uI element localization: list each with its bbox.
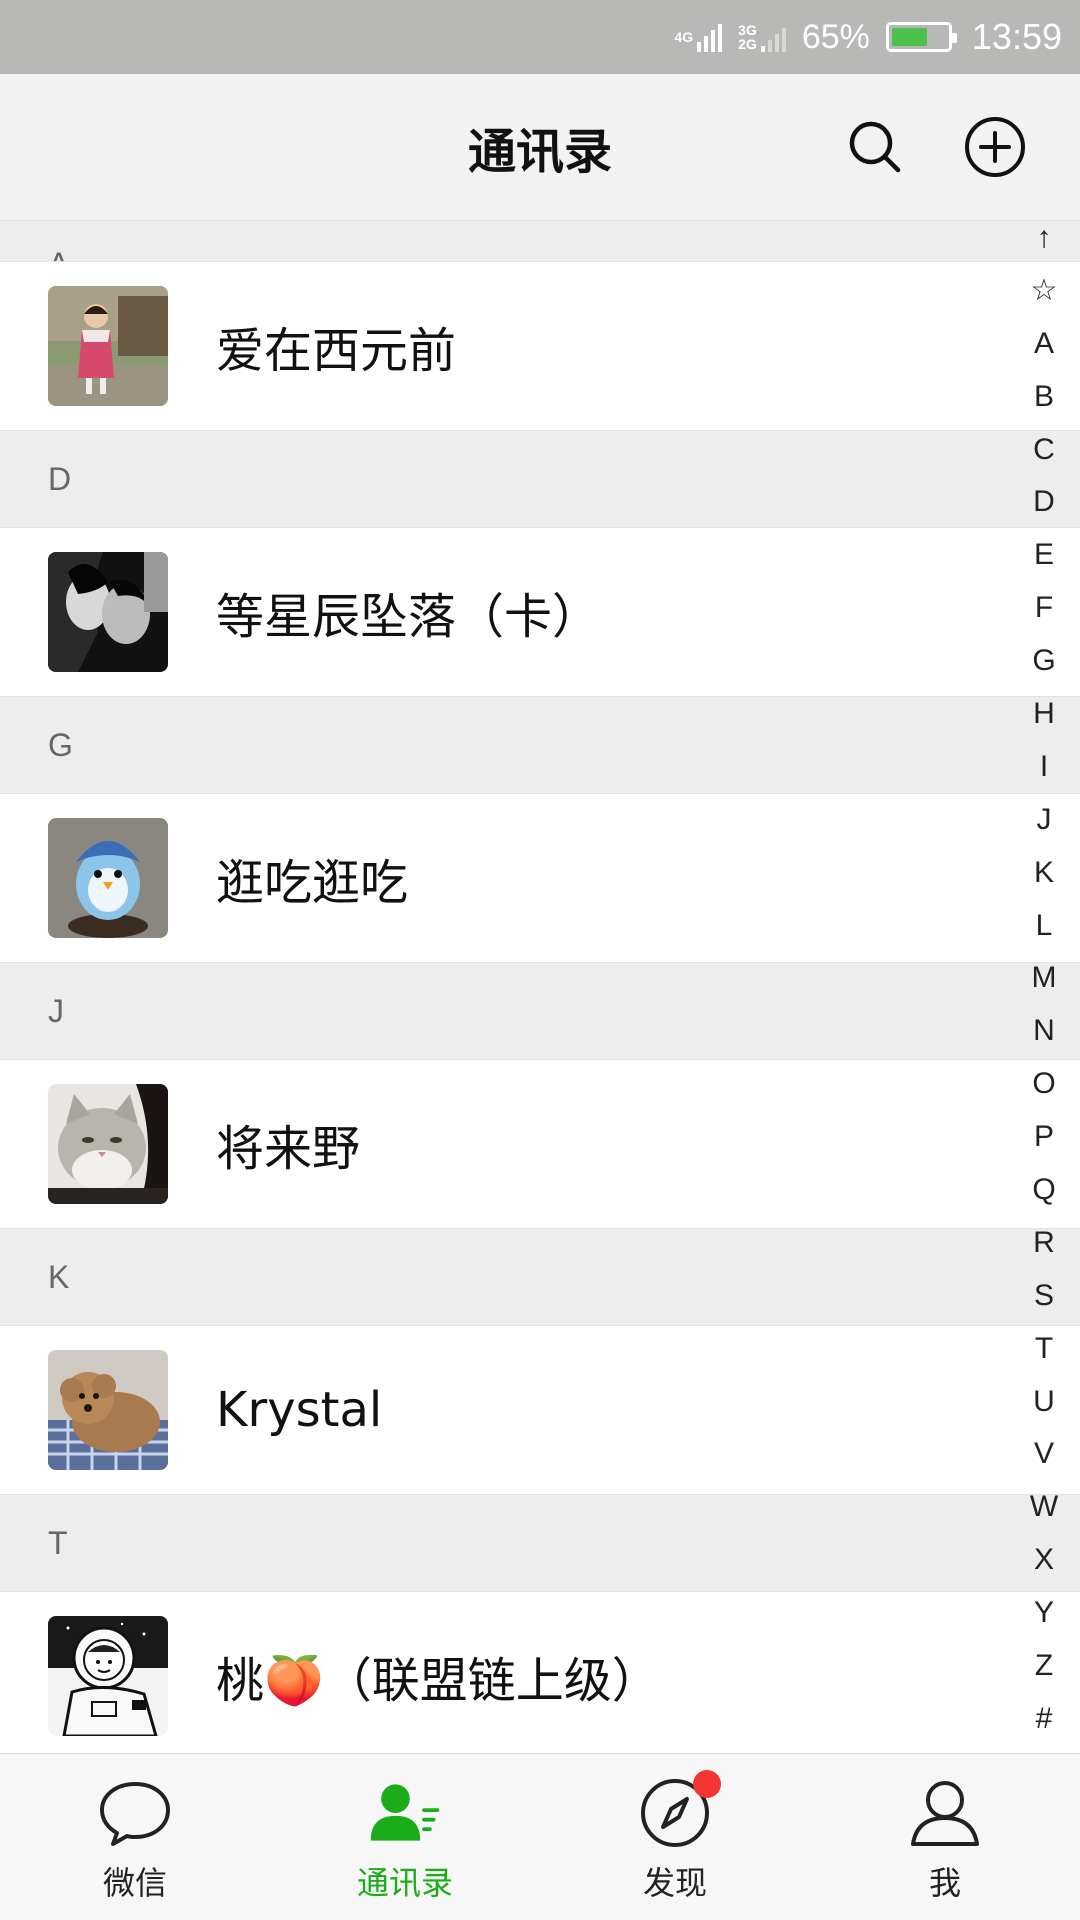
index-letter[interactable]: Q xyxy=(1032,1164,1055,1217)
section-header-j: J xyxy=(0,962,1080,1060)
person-icon xyxy=(905,1776,985,1850)
index-letter[interactable]: J xyxy=(1037,794,1052,847)
index-letter[interactable]: E xyxy=(1034,529,1054,582)
network-3g2g-indicator: 3G 2G xyxy=(738,22,786,52)
tab-label: 微信 xyxy=(102,1864,167,1902)
tab-label: 我 xyxy=(928,1864,961,1902)
index-letter[interactable]: O xyxy=(1032,1058,1055,1111)
tab-label: 通讯录 xyxy=(356,1864,453,1902)
tab-discover[interactable]: 发现 xyxy=(540,1754,810,1920)
index-letter[interactable]: D xyxy=(1033,476,1055,529)
index-letter[interactable]: K xyxy=(1034,847,1054,900)
top-navigation-bar: 通讯录 xyxy=(0,74,1080,220)
status-time: 13:59 xyxy=(971,16,1062,57)
section-letter: D xyxy=(48,460,72,497)
contact-name: 逛吃逛吃 xyxy=(216,855,409,911)
alphabet-index-bar[interactable]: ↑ ☆ A B C D E F G H I J K L M N O P Q R S T U V W X Y Z # xyxy=(1020,212,1068,1752)
contact-name: 等星辰坠落（卡） xyxy=(216,589,601,645)
cat-photo-avatar xyxy=(48,1084,168,1204)
section-letter: G xyxy=(48,726,73,763)
add-contact-button[interactable] xyxy=(960,112,1030,182)
contacts-icon xyxy=(365,1776,445,1850)
index-letter[interactable]: # xyxy=(1036,1693,1053,1746)
index-letter[interactable]: B xyxy=(1034,371,1054,424)
index-letter[interactable]: L xyxy=(1036,900,1053,953)
section-header-g: G xyxy=(0,696,1080,794)
avatar xyxy=(48,1616,168,1736)
plus-circle-icon xyxy=(965,117,1025,177)
index-letter[interactable]: T xyxy=(1035,1323,1053,1376)
section-header-k: K xyxy=(0,1228,1080,1326)
network-secondary-bottom-label: 2G xyxy=(738,36,757,52)
contact-name: 桃🍑（联盟链上级） xyxy=(216,1653,660,1709)
avatar xyxy=(48,1350,168,1470)
contact-name: 爱在西元前 xyxy=(216,323,457,379)
index-letter[interactable]: A xyxy=(1034,318,1054,371)
index-letter[interactable]: I xyxy=(1040,741,1048,794)
tab-me[interactable]: 我 xyxy=(810,1754,1080,1920)
index-letter[interactable]: S xyxy=(1034,1270,1054,1323)
network-secondary-top-label: 3G xyxy=(738,22,757,38)
network-type-label: 4G xyxy=(674,29,694,45)
poodle-photo-avatar xyxy=(48,1350,168,1470)
section-letter: T xyxy=(48,1524,68,1561)
signal-bars-icon xyxy=(697,22,723,52)
index-letter[interactable]: X xyxy=(1034,1534,1054,1587)
contact-row[interactable]: 将来野 xyxy=(0,1060,1080,1228)
avatar xyxy=(48,286,168,406)
contact-row[interactable]: 桃🍑（联盟链上级） xyxy=(0,1592,1080,1753)
battery-level-fill xyxy=(891,28,927,46)
index-letter[interactable]: G xyxy=(1032,635,1055,688)
contact-name: 将来野 xyxy=(216,1121,361,1177)
page-title: 通讯录 xyxy=(467,124,612,180)
contact-list[interactable]: A 爱在西元前 D xyxy=(0,220,1080,1753)
status-bar: 4G 3G 2G 65% 13:59 xyxy=(0,0,1080,74)
chat-bubble-icon xyxy=(95,1776,175,1850)
section-letter: K xyxy=(48,1258,70,1295)
avatar xyxy=(48,818,168,938)
compass-icon xyxy=(635,1770,721,1850)
index-letter[interactable]: ↑ xyxy=(1037,212,1052,265)
tab-chats[interactable]: 微信 xyxy=(0,1754,270,1920)
section-header-d: D xyxy=(0,430,1080,528)
penguin-figure-photo-avatar xyxy=(48,818,168,938)
section-header-a: A xyxy=(0,220,1080,262)
notification-badge-dot xyxy=(693,1770,721,1798)
section-letter: A xyxy=(48,246,69,261)
avatar xyxy=(48,1084,168,1204)
search-icon xyxy=(849,121,901,173)
index-letter[interactable]: ☆ xyxy=(1031,265,1058,318)
bottom-tab-bar: 微信 通讯录 发现 我 xyxy=(0,1753,1080,1920)
section-letter: J xyxy=(48,992,64,1029)
network-4g-indicator: 4G xyxy=(674,22,723,52)
contact-row[interactable]: Krystal xyxy=(0,1326,1080,1494)
tab-contacts[interactable]: 通讯录 xyxy=(270,1754,540,1920)
index-letter[interactable]: U xyxy=(1033,1376,1055,1429)
contact-row[interactable]: 逛吃逛吃 xyxy=(0,794,1080,962)
couple-bw-photo-avatar xyxy=(48,552,168,672)
search-button[interactable] xyxy=(840,112,910,182)
index-letter[interactable]: Z xyxy=(1035,1640,1053,1693)
contact-name: Krystal xyxy=(216,1382,383,1438)
section-header-t: T xyxy=(0,1494,1080,1592)
index-letter[interactable]: Y xyxy=(1034,1587,1054,1640)
astronaut-drawing-avatar xyxy=(48,1616,168,1736)
battery-percent: 65% xyxy=(801,17,870,56)
signal-bars-weak-icon xyxy=(760,22,786,52)
index-letter[interactable]: N xyxy=(1033,1005,1055,1058)
index-letter[interactable]: V xyxy=(1034,1428,1054,1481)
index-letter[interactable]: P xyxy=(1034,1111,1054,1164)
contact-row[interactable]: 爱在西元前 xyxy=(0,262,1080,430)
index-letter[interactable]: R xyxy=(1033,1217,1055,1270)
index-letter[interactable]: M xyxy=(1032,952,1057,1005)
battery-icon xyxy=(885,22,957,52)
contact-row[interactable]: 等星辰坠落（卡） xyxy=(0,528,1080,696)
tab-label: 发现 xyxy=(642,1864,707,1902)
index-letter[interactable]: W xyxy=(1030,1481,1058,1534)
index-letter[interactable]: H xyxy=(1033,688,1055,741)
index-letter[interactable]: C xyxy=(1033,424,1055,477)
avatar xyxy=(48,552,168,672)
girl-photo-avatar xyxy=(48,286,168,406)
index-letter[interactable]: F xyxy=(1035,582,1053,635)
